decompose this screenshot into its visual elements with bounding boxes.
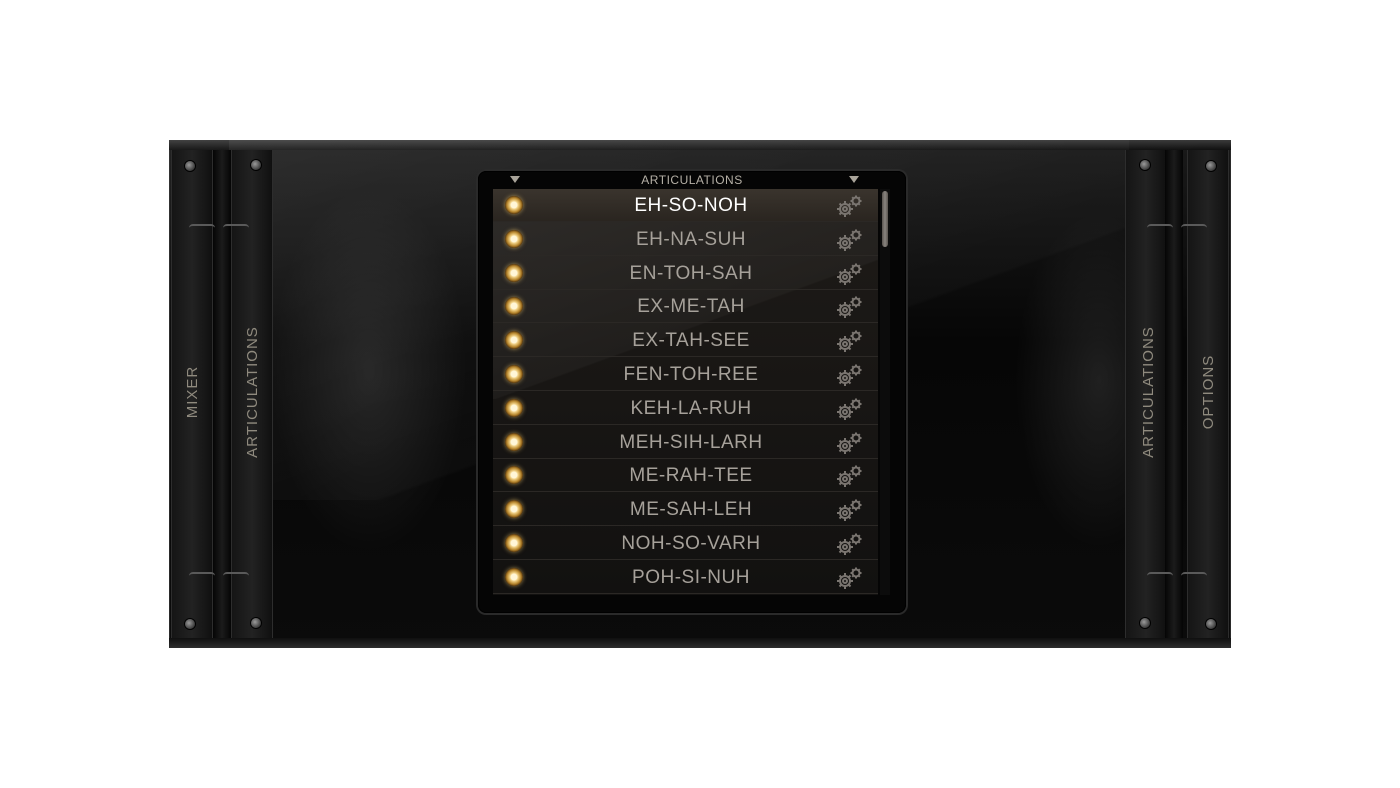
articulation-label: MEH-SIH-LARH [619,431,763,453]
articulation-label: ME-RAH-TEE [629,465,753,487]
articulation-row[interactable]: EX-ME-TAH [493,290,878,324]
list-scrollbar[interactable] [880,189,890,595]
right-side-panel: ARTICULATIONS OPTIONS [1125,150,1231,638]
led-indicator-icon[interactable] [505,297,523,316]
screw-icon [185,161,195,171]
articulation-label: NOH-SO-VARH [621,533,761,554]
gear-icon[interactable] [834,362,864,388]
articulation-label: EX-TAH-SEE [632,330,750,352]
bracket-hook-icon [1147,220,1207,234]
articulation-label: POH-SI-NUH [632,566,750,588]
articulation-row[interactable]: ME-SAH-LEH [493,493,878,527]
tab-articulations-right[interactable]: ARTICULATIONS [1139,292,1159,492]
led-indicator-icon[interactable] [505,365,523,383]
tab-articulations-left[interactable]: ARTICULATIONS [243,292,263,492]
screw-icon [251,160,261,170]
list-header: ARTICULATIONS [478,171,906,189]
articulation-row[interactable]: EH-NA-SUH [493,223,878,256]
led-indicator-icon[interactable] [505,432,523,451]
screw-icon [251,618,261,628]
articulation-label: EH-SO-NOH [634,195,748,216]
gear-icon[interactable] [834,531,864,557]
led-indicator-icon[interactable] [505,567,523,586]
articulation-row[interactable]: FEN-TOH-REE [493,358,878,391]
articulation-row[interactable]: KEH-LA-RUH [493,392,878,425]
articulation-label: FEN-TOH-REE [623,364,759,385]
screw-icon [1140,618,1150,628]
articulation-label: EX-ME-TAH [637,296,745,318]
scrollbar-thumb[interactable] [882,191,888,247]
gear-icon[interactable] [834,193,864,219]
led-indicator-icon[interactable] [505,196,523,214]
led-indicator-icon[interactable] [505,331,523,350]
gear-icon[interactable] [834,565,864,591]
gear-icon[interactable] [834,396,864,422]
articulation-row[interactable]: EH-SO-NOH [493,189,878,222]
articulation-row[interactable]: POH-SI-NUH [493,561,878,594]
screw-icon [1206,619,1216,629]
gear-icon[interactable] [834,261,864,287]
bracket-hook-icon [1147,568,1207,582]
list-header-title: ARTICULATIONS [641,173,743,187]
gear-icon[interactable] [834,294,864,320]
gear-icon[interactable] [834,328,864,354]
led-indicator-icon[interactable] [505,229,523,248]
screw-icon [1140,160,1150,170]
gear-icon[interactable] [834,497,864,523]
screw-icon [185,619,195,629]
led-indicator-icon[interactable] [505,500,523,519]
bracket-hook-icon [189,220,249,234]
led-indicator-icon[interactable] [505,398,523,417]
gear-icon[interactable] [834,430,864,456]
articulation-label: EH-NA-SUH [635,228,747,250]
gear-icon[interactable] [834,463,864,489]
led-indicator-icon[interactable] [505,263,523,282]
articulation-label: EN-TOH-SAH [629,262,753,284]
tab-options[interactable]: OPTIONS [1199,292,1219,492]
bottom-edge [169,638,1231,648]
bracket-hook-icon [189,568,249,582]
dropdown-arrow-icon[interactable] [849,176,859,183]
articulation-row[interactable]: EN-TOH-SAH [493,257,878,290]
articulation-label: ME-SAH-LEH [629,499,753,521]
articulations-list-frame: ARTICULATIONS EH-SO-NOH EH-NA-SUH EN-TOH… [478,171,906,613]
top-edge [169,140,1231,150]
articulation-row[interactable]: MEH-SIH-LARH [493,426,878,459]
led-indicator-icon[interactable] [505,466,523,485]
articulation-label: KEH-LA-RUH [630,397,752,419]
screw-icon [1206,161,1216,171]
gear-icon[interactable] [834,227,864,253]
led-indicator-icon[interactable] [505,534,523,552]
articulation-row[interactable]: ME-RAH-TEE [493,459,878,493]
tab-mixer[interactable]: MIXER [183,292,203,492]
dropdown-arrow-icon[interactable] [510,176,520,183]
articulation-row[interactable]: EX-TAH-SEE [493,324,878,358]
left-side-panel: MIXER ARTICULATIONS [169,150,273,638]
articulation-row[interactable]: NOH-SO-VARH [493,527,878,560]
articulations-list[interactable]: EH-SO-NOH EH-NA-SUH EN-TOH-SAH EX-ME-TAH… [493,189,878,595]
